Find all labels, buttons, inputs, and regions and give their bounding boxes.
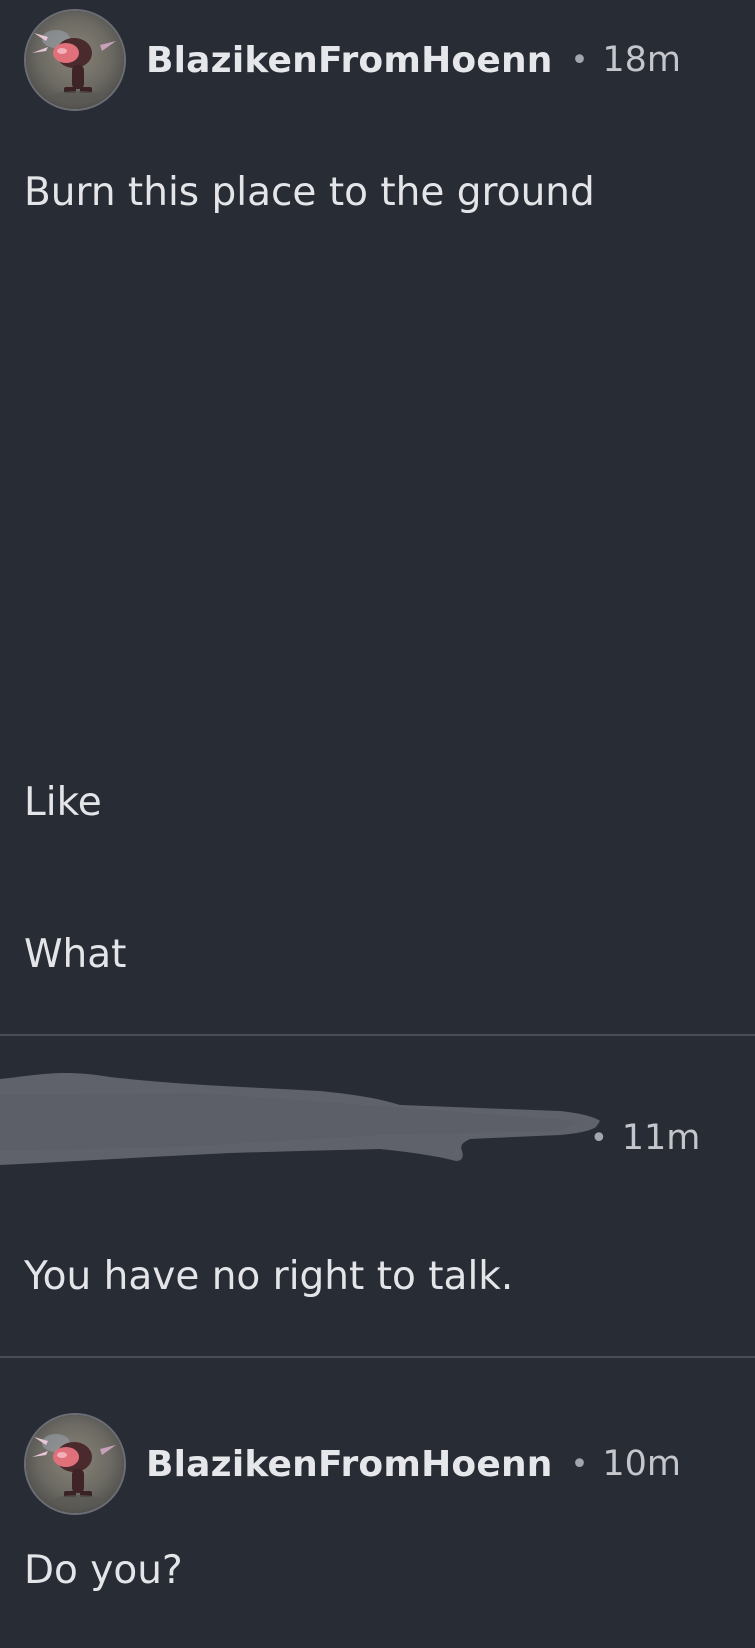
timestamp: 10m [602,1444,681,1484]
comment-text-line: Like [24,780,102,825]
comment-text-line: Burn this place to the ground [24,170,595,215]
comment-meta: • 11m [590,1113,700,1163]
separator-dot: • [590,1120,608,1156]
separator-dot: • [570,42,589,78]
comment-text-line: Do you? [24,1548,183,1593]
separator-dot: • [570,1446,589,1482]
avatar-image-icon [26,11,124,109]
username[interactable]: BlazikenFromHoenn [146,1444,553,1485]
comment-text-line: What [24,932,127,977]
comment-header: BlazikenFromHoenn • 10m [24,1412,681,1516]
timestamp: 11m [621,1118,701,1158]
username[interactable]: BlazikenFromHoenn [146,40,553,81]
user-avatar[interactable] [24,9,126,111]
user-avatar[interactable] [24,1413,126,1515]
timestamp: 18m [602,40,681,80]
avatar-image-icon [26,1415,124,1513]
comment-3: BlazikenFromHoenn • 10m Do you? [0,1358,755,1648]
comment-header: BlazikenFromHoenn • 18m [24,8,681,112]
comment-text-line: You have no right to talk. [24,1254,514,1299]
comment-1: BlazikenFromHoenn • 18m Burn this place … [0,0,755,1036]
